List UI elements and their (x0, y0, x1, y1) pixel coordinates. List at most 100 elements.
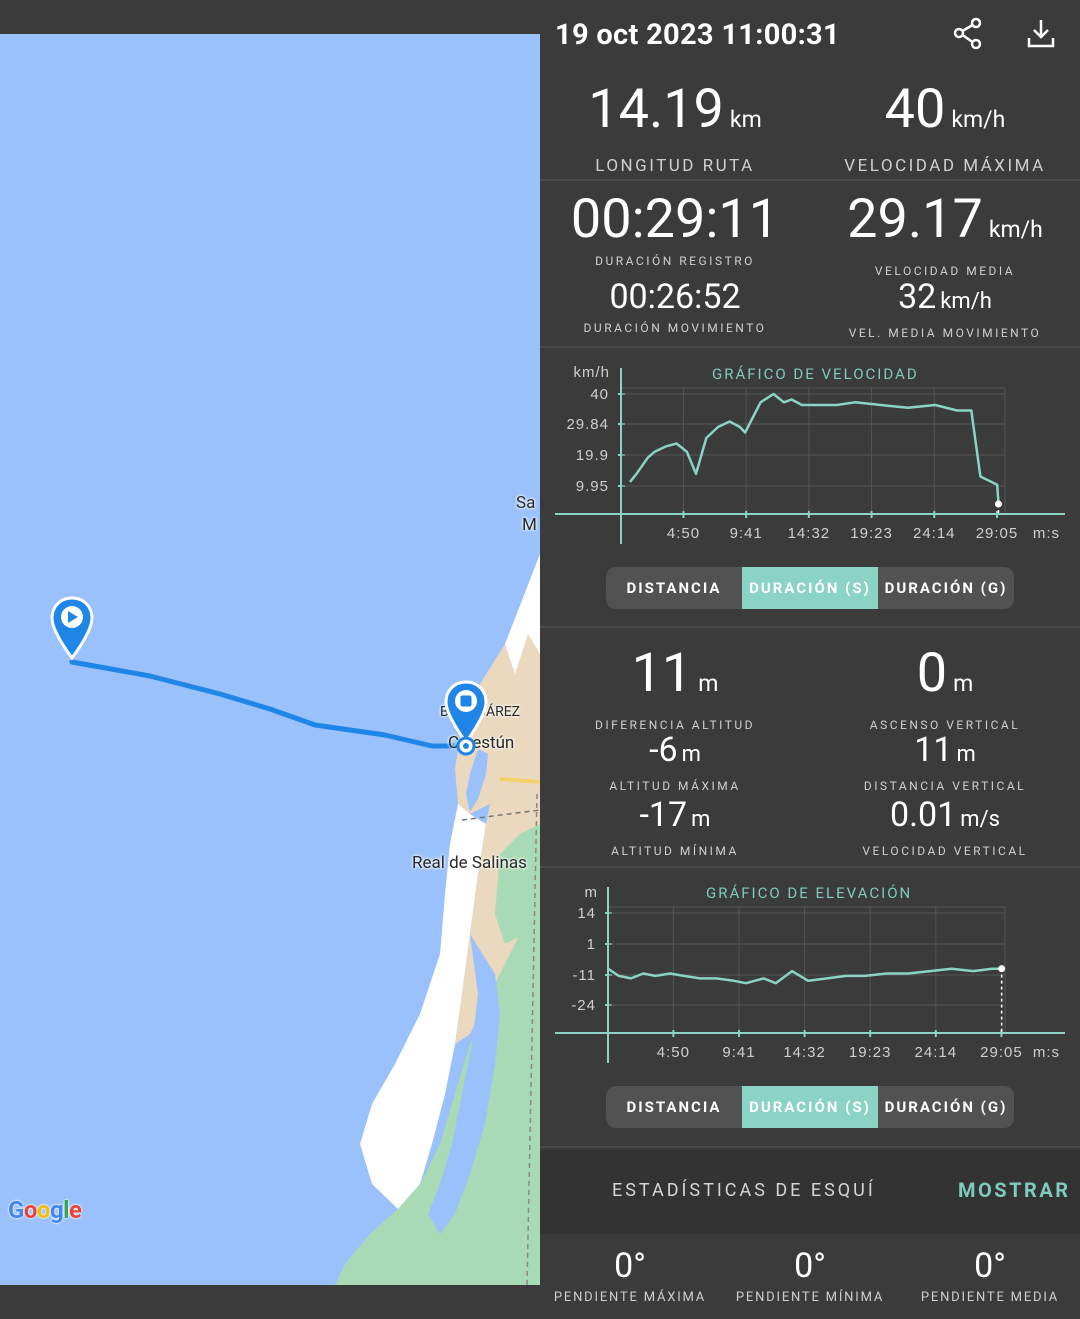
route-length-label: LONGITUD RUTA (595, 156, 755, 176)
play-pin-icon[interactable] (50, 596, 94, 662)
vertical-distance-unit: m (956, 742, 976, 767)
y-tick-label: 9.95 (576, 478, 609, 495)
bottom-bar (0, 1285, 540, 1319)
download-icon[interactable] (1023, 16, 1059, 52)
x-tick-label: 4:50 (657, 1044, 690, 1061)
share-icon[interactable] (950, 16, 986, 52)
x-tick-label: 19:23 (850, 525, 893, 542)
y-unit-label: m (585, 884, 599, 901)
speed-chart[interactable]: 4:50 9:41 14:32 19:23 24:14 29:05 40 29.84 19.9 9… (540, 348, 1080, 558)
vertical-speed-value: 0.01 (889, 795, 957, 835)
y-tick-label: 14 (577, 905, 596, 922)
slope-max-value: 0° (614, 1246, 646, 1286)
route-map[interactable]: B…J JUÁREZ Celestún Real de Salinas Sa M… (0, 34, 540, 1285)
altitude-min-stat: -17 m ALTITUD MÍNIMA (540, 797, 810, 858)
slope-min-stat: 0° PENDIENTE MÍNIMA (720, 1248, 900, 1305)
map-label-real-salinas: Real de Salinas (412, 853, 527, 873)
slope-max-stat: 0° PENDIENTE MÁXIMA (540, 1248, 720, 1305)
max-speed-value: 40 (884, 78, 946, 141)
altitude-diff-unit: m (698, 670, 719, 697)
altitude-max-unit: m (681, 742, 701, 767)
avg-speed-unit: km/h (988, 216, 1043, 243)
speed-mode-duration-s[interactable]: DURACIÓN (S) (742, 567, 878, 609)
stats-panel: 19 oct 2023 11:00:31 14.19 km LONGITUD RU… (540, 0, 1080, 1319)
elevation-mode-distance[interactable]: DISTANCIA (606, 1086, 742, 1128)
slope-max-label: PENDIENTE MÁXIMA (553, 1290, 707, 1305)
route-length-value: 14.19 (588, 78, 724, 141)
x-unit-label: m:s (1033, 525, 1060, 542)
max-speed-unit: km/h (951, 106, 1006, 133)
vertical-distance-label: DISTANCIA VERTICAL (863, 779, 1027, 793)
slope-avg-label: PENDIENTE MEDIA (920, 1290, 1060, 1305)
x-tick-label: 9:41 (730, 525, 763, 542)
cursor-marker (994, 500, 1002, 508)
y-tick-label: -24 (571, 997, 596, 1014)
speed-mode-distance[interactable]: DISTANCIA (606, 567, 742, 609)
vertical-speed-stat: 0.01 m/s VELOCIDAD VERTICAL (810, 797, 1080, 858)
slope-min-label: PENDIENTE MÍNIMA (735, 1290, 885, 1305)
y-tick-label: -11 (572, 967, 596, 984)
vertical-ascent-stat: 0m ASCENSO VERTICAL (810, 646, 1080, 733)
ski-stats-row: ESTADÍSTICAS DE ESQUÍ MOSTRAR (540, 1150, 1080, 1234)
moving-duration-label: DURACIÓN MOVIMIENTO (583, 321, 767, 335)
vertical-distance-value: 11 (914, 730, 953, 770)
cursor-marker (998, 965, 1006, 973)
elevation-chart[interactable]: 4:50 9:41 14:32 19:23 24:14 29:05 14 1 -11 -24 m m:… (540, 868, 1080, 1078)
series-line (629, 392, 1000, 505)
moving-duration-stat: 00:26:52 DURACIÓN MOVIMIENTO (540, 279, 810, 335)
vertical-speed-unit: m/s (960, 807, 1001, 832)
avg-moving-speed-label: VEL. MEDIA MOVIMIENTO (848, 326, 1042, 340)
route-line (69, 659, 468, 749)
y-tick-label: 19.9 (576, 447, 609, 464)
elevation-mode-duration-s[interactable]: DURACIÓN (S) (742, 1086, 878, 1128)
vertical-distance-stat: 11 m DISTANCIA VERTICAL (810, 732, 1080, 793)
speed-mode-duration-g[interactable]: DURACIÓN (G) (878, 567, 1014, 609)
divider (540, 179, 1080, 181)
x-unit-label: m:s (1033, 1044, 1060, 1061)
ski-stats-label: ESTADÍSTICAS DE ESQUÍ (612, 1180, 876, 1201)
x-tick-label: 14:32 (783, 1044, 826, 1061)
x-tick-label: 19:23 (849, 1044, 892, 1061)
avg-moving-speed-unit: km/h (940, 289, 992, 314)
altitude-max-value: -6 (649, 730, 678, 770)
map-label-san-m-2: M (522, 515, 537, 535)
record-duration-value: 00:29:11 (570, 188, 780, 251)
record-duration-stat: 00:29:11 DURACIÓN REGISTRO (540, 192, 810, 269)
show-ski-stats-button[interactable]: MOSTRAR (958, 1178, 1071, 1202)
avg-speed-label: VELOCIDAD MEDIA (874, 264, 1016, 278)
avg-moving-speed-value: 32 (898, 277, 937, 317)
altitude-max-label: ALTITUD MÁXIMA (609, 779, 741, 793)
route-length-stat: 14.19 km LONGITUD RUTA (540, 82, 810, 177)
altitude-diff-value: 11 (631, 642, 693, 705)
recording-datetime: 19 oct 2023 11:00:31 (555, 18, 840, 52)
x-tick-label: 24:14 (915, 1044, 958, 1061)
max-speed-stat: 40 km/h VELOCIDAD MÁXIMA (810, 82, 1080, 177)
divider (540, 626, 1080, 628)
end-dot-icon (456, 736, 476, 756)
y-tick-label: 40 (590, 386, 609, 403)
x-tick-label: 29:05 (976, 525, 1019, 542)
slope-avg-value: 0° (974, 1246, 1006, 1286)
vertical-ascent-value: 0 (916, 642, 948, 705)
google-logo: Google (8, 1196, 82, 1224)
avg-moving-speed-stat: 32 km/h VEL. MEDIA MOVIMIENTO (810, 279, 1080, 340)
slope-avg-stat: 0° PENDIENTE MEDIA (900, 1248, 1080, 1305)
y-tick-label: 29.84 (566, 416, 609, 433)
x-tick-label: 9:41 (722, 1044, 755, 1061)
route-length-unit: km (729, 106, 762, 133)
avg-speed-value: 29.17 (847, 188, 983, 251)
elevation-chart-mode-selector: DISTANCIA DURACIÓN (S) DURACIÓN (G) (606, 1086, 1014, 1128)
altitude-min-unit: m (691, 807, 711, 832)
vertical-ascent-unit: m (953, 670, 974, 697)
moving-duration-value: 00:26:52 (609, 277, 741, 317)
vertical-speed-label: VELOCIDAD VERTICAL (862, 844, 1028, 858)
altitude-diff-stat: 11 m DIFERENCIA ALTITUD (540, 646, 810, 733)
y-tick-label: 1 (587, 936, 596, 953)
x-tick-label: 29:05 (980, 1044, 1023, 1061)
x-tick-label: 4:50 (667, 525, 700, 542)
avg-speed-stat: 29.17 km/h VELOCIDAD MEDIA (810, 192, 1080, 279)
speed-chart-mode-selector: DISTANCIA DURACIÓN (S) DURACIÓN (G) (606, 567, 1014, 609)
record-duration-label: DURACIÓN REGISTRO (595, 254, 755, 268)
elevation-mode-duration-g[interactable]: DURACIÓN (G) (878, 1086, 1014, 1128)
top-bar (0, 0, 540, 34)
